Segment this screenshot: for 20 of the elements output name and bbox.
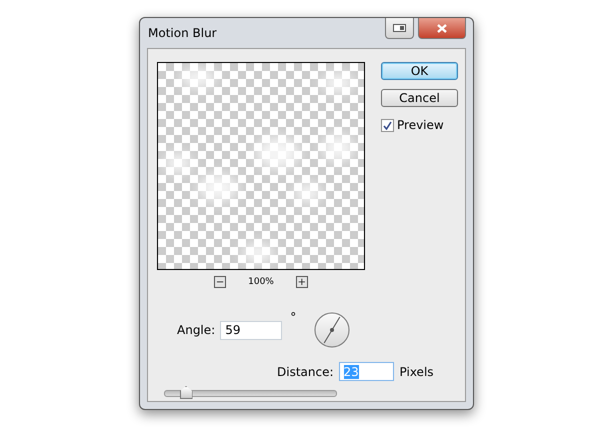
ok-button[interactable]: OK: [381, 62, 458, 80]
cancel-button[interactable]: Cancel: [381, 89, 458, 107]
angle-dial[interactable]: [314, 312, 350, 348]
check-icon: [383, 120, 392, 130]
pixels-unit: Pixels: [400, 364, 434, 378]
zoom-out-button[interactable]: −: [214, 276, 226, 288]
angle-field[interactable]: 59: [220, 320, 282, 340]
checkbox-label: Preview: [397, 118, 444, 132]
window-title: Motion Blur: [147, 26, 217, 40]
degree-unit: °: [290, 310, 296, 324]
slider-thumb[interactable]: [180, 386, 193, 399]
preview-checkbox[interactable]: [381, 118, 394, 132]
window-mode-button[interactable]: [385, 18, 414, 39]
close-icon: [437, 24, 447, 32]
window-mode-icon: [393, 24, 406, 32]
angle-label: Angle:: [177, 323, 216, 337]
zoom-in-button[interactable]: +: [296, 276, 308, 288]
distance-label: Distance:: [277, 364, 334, 378]
zoom-level: 100%: [248, 277, 274, 287]
close-button[interactable]: [418, 18, 466, 39]
